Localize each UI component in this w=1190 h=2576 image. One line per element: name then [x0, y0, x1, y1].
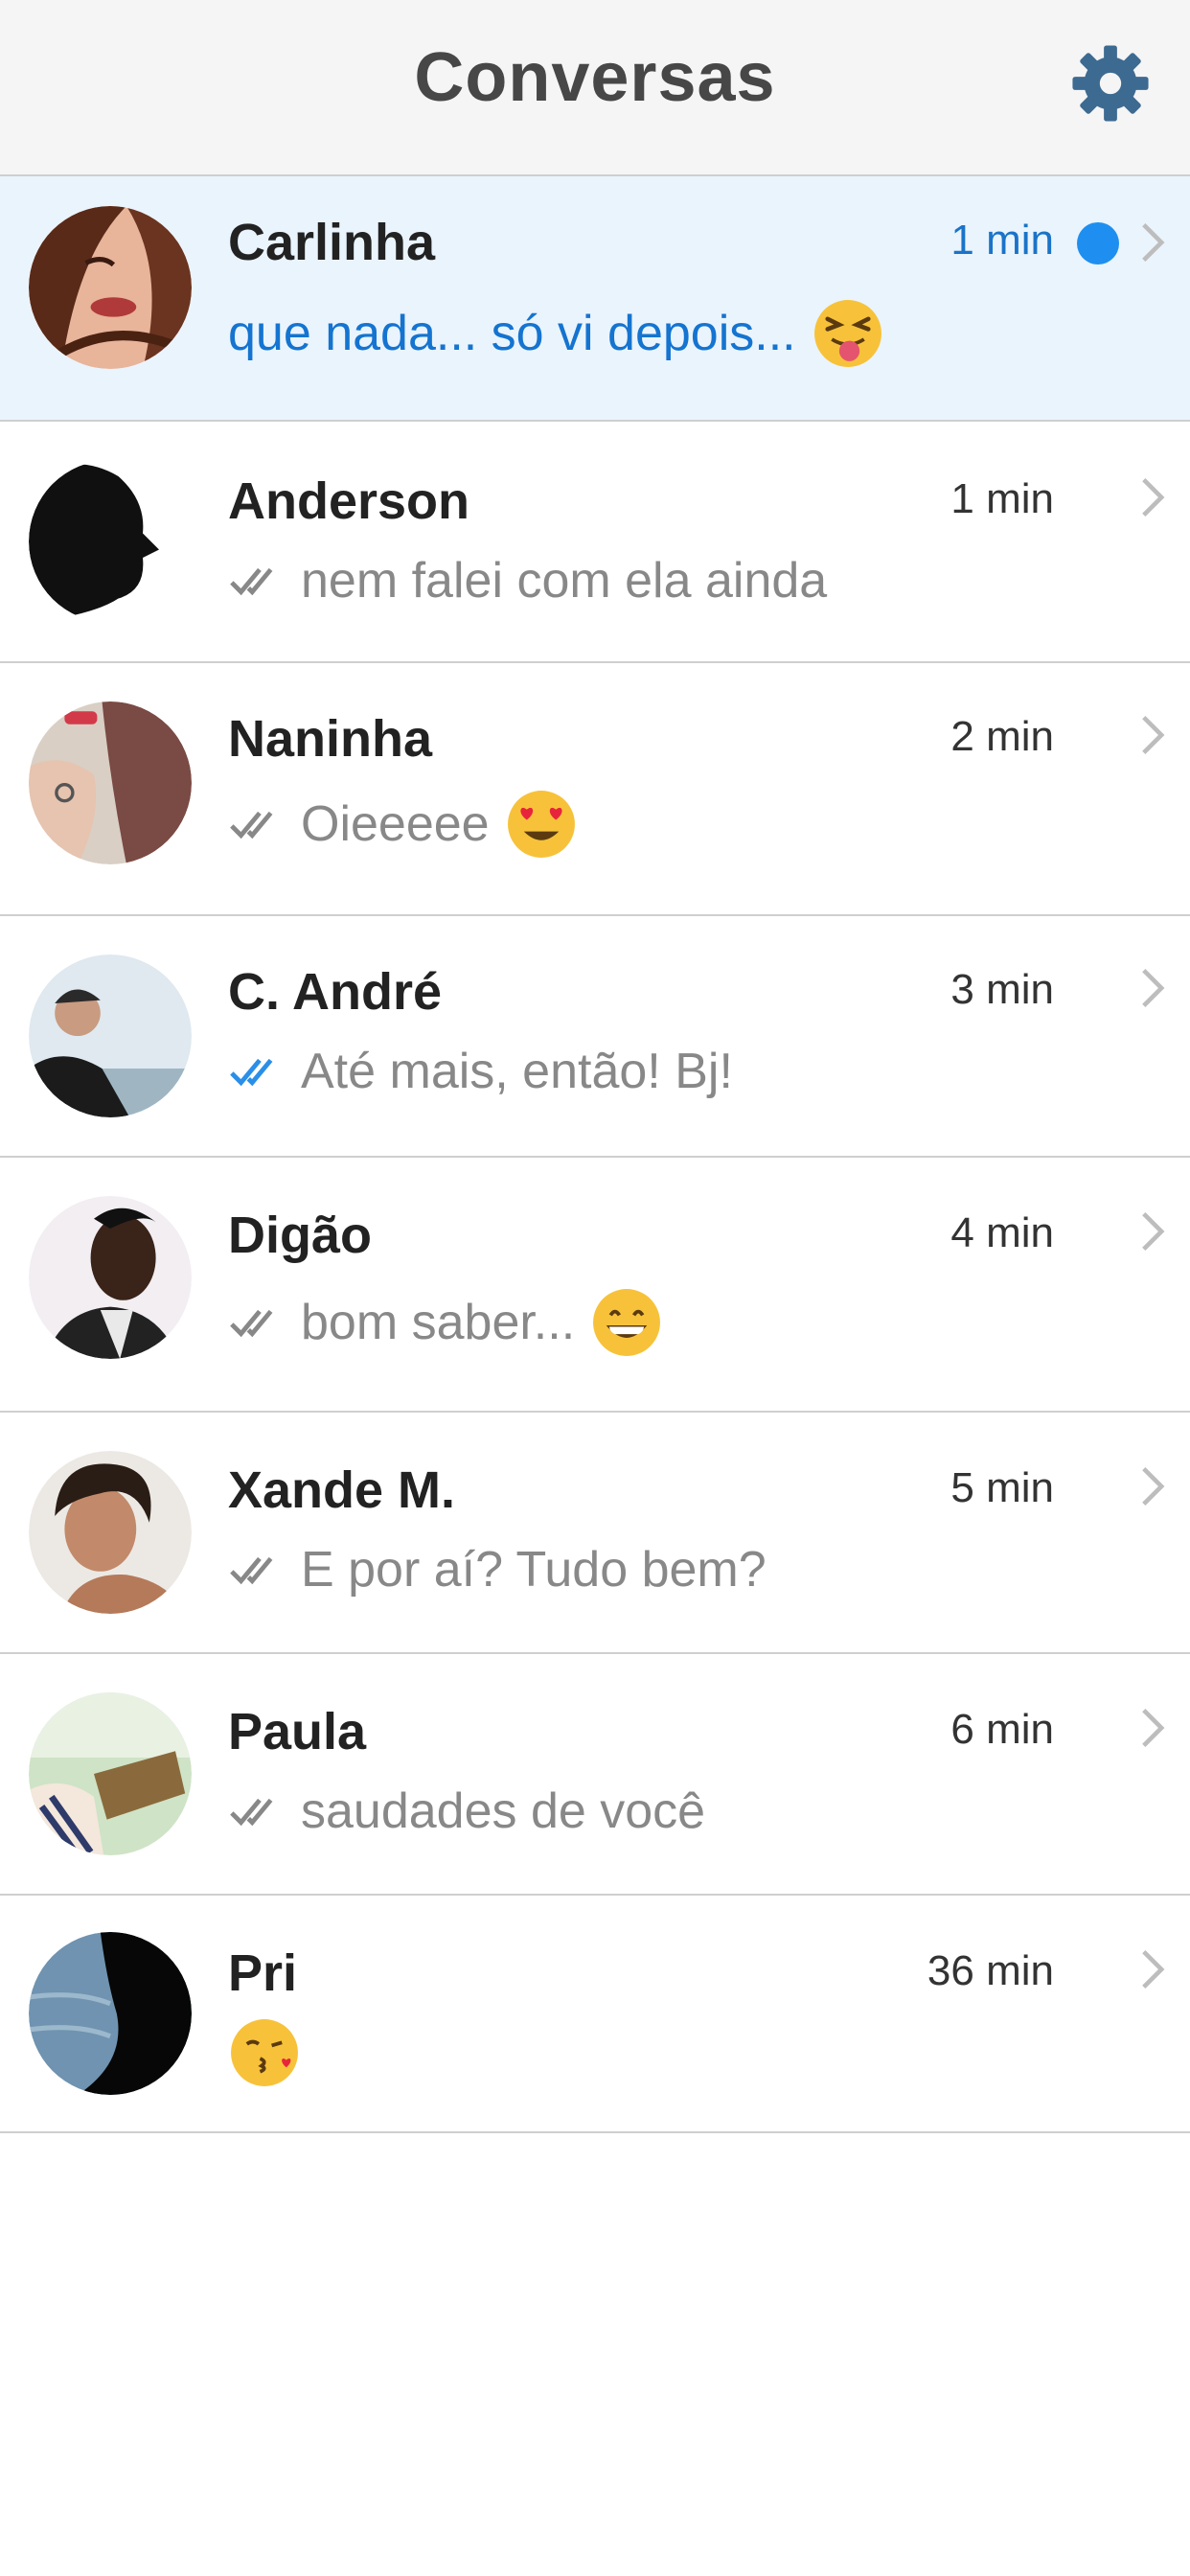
avatar [29, 460, 192, 623]
contact-name: C. André [228, 963, 443, 1021]
contact-name: Carlinha [228, 214, 436, 271]
conversation-row[interactable]: Xande M. 5 min E por aí? Tudo bem? [0, 1413, 1190, 1654]
grinning-emoji-icon [593, 1289, 661, 1356]
page-title: Conversas [414, 39, 776, 116]
message-preview: saudades de você [228, 1782, 705, 1840]
message-preview: bom saber... [228, 1286, 663, 1359]
read-receipt-icon [230, 811, 273, 840]
contact-name: Paula [228, 1703, 367, 1760]
message-preview: Até mais, então! Bj! [228, 1043, 733, 1100]
read-receipt-icon [230, 1798, 273, 1827]
chevron-right-icon [1142, 477, 1165, 518]
unread-indicator [1077, 222, 1119, 264]
avatar [29, 1196, 192, 1359]
avatar [29, 1451, 192, 1614]
message-preview: E por aí? Tudo bem? [228, 1541, 767, 1598]
avatar [29, 1692, 192, 1855]
chevron-right-icon [1142, 1211, 1165, 1252]
conversation-row[interactable]: Pri 36 min [0, 1896, 1190, 2133]
message-preview: Oieeeee [228, 788, 578, 861]
preview-text: que nada... só vi depois... [228, 306, 796, 361]
chevron-right-icon [1142, 968, 1165, 1008]
contact-name: Anderson [228, 472, 470, 530]
avatar [29, 1932, 192, 2095]
timestamp: 1 min [950, 475, 1054, 522]
chevron-right-icon [1142, 1708, 1165, 1748]
conversation-row[interactable]: Anderson 1 min nem falei com ela ainda [0, 422, 1190, 663]
contact-name: Xande M. [228, 1461, 456, 1519]
avatar [29, 206, 192, 369]
contact-name: Pri [228, 1944, 298, 2002]
chevron-right-icon [1142, 715, 1165, 755]
avatar [29, 954, 192, 1117]
conversation-row[interactable]: Naninha 2 min Oieeeee [0, 663, 1190, 916]
conversation-row[interactable]: Carlinha 1 min que nada... só vi depois.… [0, 176, 1190, 422]
preview-text: saudades de você [301, 1783, 706, 1839]
kissing-heart-emoji-icon [231, 2019, 298, 2086]
gear-icon[interactable] [1069, 42, 1152, 125]
app-header: Conversas [0, 0, 1190, 176]
chevron-right-icon [1142, 222, 1165, 263]
preview-text: nem falei com ela ainda [301, 553, 828, 609]
message-preview: nem falei com ela ainda [228, 552, 827, 610]
tongue-squint-emoji-icon [813, 300, 881, 367]
timestamp: 3 min [950, 966, 1054, 1013]
message-preview: que nada... só vi depois... [228, 297, 884, 370]
read-receipt-icon [230, 1556, 273, 1585]
conversation-row[interactable]: Paula 6 min saudades de você [0, 1654, 1190, 1896]
timestamp: 2 min [950, 713, 1054, 760]
contact-name: Naninha [228, 710, 433, 768]
message-preview [228, 2016, 301, 2089]
preview-text: Até mais, então! Bj! [301, 1044, 733, 1099]
preview-text: Oieeeee [301, 796, 490, 852]
read-receipt-icon [230, 1309, 273, 1338]
avatar [29, 702, 192, 864]
chevron-right-icon [1142, 1949, 1165, 1990]
contact-name: Digão [228, 1207, 373, 1264]
preview-text: E por aí? Tudo bem? [301, 1542, 767, 1598]
chevron-right-icon [1142, 1466, 1165, 1506]
timestamp: 6 min [950, 1706, 1054, 1753]
timestamp: 1 min [950, 217, 1054, 264]
conversation-row[interactable]: C. André 3 min Até mais, então! Bj! [0, 916, 1190, 1158]
read-receipt-icon [230, 1058, 273, 1087]
timestamp: 5 min [950, 1464, 1054, 1511]
heart-eyes-emoji-icon [507, 791, 575, 858]
timestamp: 36 min [927, 1947, 1054, 1994]
conversation-list: Carlinha 1 min que nada... só vi depois.… [0, 176, 1190, 2133]
preview-text: bom saber... [301, 1295, 576, 1350]
read-receipt-icon [230, 567, 273, 596]
timestamp: 4 min [950, 1209, 1054, 1256]
conversation-row[interactable]: Digão 4 min bom saber... [0, 1158, 1190, 1413]
